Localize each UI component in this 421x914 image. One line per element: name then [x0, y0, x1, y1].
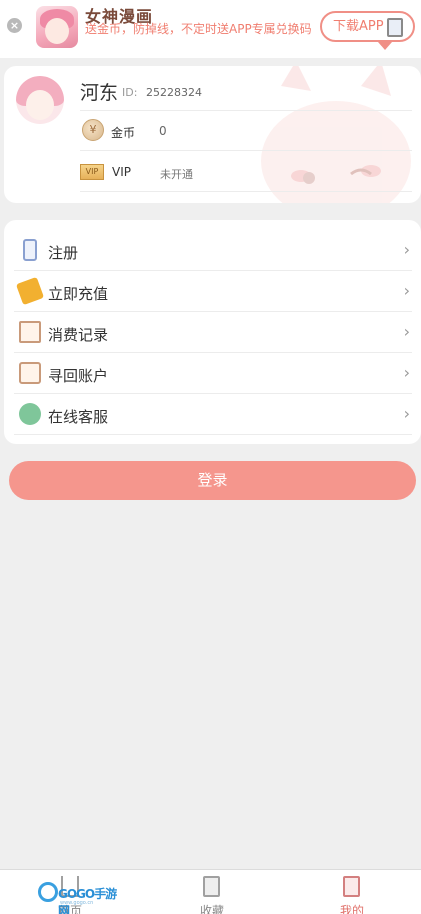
- close-icon[interactable]: ×: [7, 18, 22, 33]
- divider: [80, 110, 412, 111]
- vip-badge-icon: VIP: [80, 164, 104, 180]
- anime-character-background: [261, 66, 411, 203]
- banner-description: 送金币，防掉线，不定时送APP专属兑换码: [85, 22, 312, 36]
- menu-item-label: 消费记录: [48, 326, 109, 344]
- user-id-value: 25228324: [146, 86, 202, 99]
- chevron-right-icon: ›: [403, 240, 410, 259]
- login-button[interactable]: 登录: [9, 461, 416, 500]
- nav-label: 收藏: [199, 904, 224, 914]
- phone-icon: [23, 239, 37, 261]
- chevron-right-icon: ›: [403, 322, 410, 341]
- chevron-right-icon: ›: [403, 404, 410, 423]
- anime-girl-app-icon: [36, 6, 78, 48]
- nav-item-mine[interactable]: 我的: [282, 870, 421, 914]
- account-menu: 注册 › 立即充值 › 消费记录 › 寻回账户 › 在线客服 ›: [4, 220, 421, 444]
- menu-item-online-support[interactable]: 在线客服 ›: [14, 394, 412, 435]
- menu-item-recover-account[interactable]: 寻回账户 ›: [14, 353, 412, 394]
- receipt-icon: [19, 321, 41, 343]
- chevron-right-icon: ›: [403, 281, 410, 300]
- nav-label: 我的: [339, 904, 364, 914]
- menu-item-spending-records[interactable]: 消费记录 ›: [14, 312, 412, 353]
- id-card-icon: [19, 362, 41, 384]
- download-app-label: 下载APP: [333, 19, 384, 34]
- app-promo-banner: × 女神漫画 送金币，防掉线，不定时送APP专属兑换码 下载APP: [0, 0, 421, 58]
- coin-label: 金币: [111, 126, 136, 140]
- chevron-right-icon: ›: [403, 363, 410, 382]
- site-watermark: GOGO手游网 www.gogo.cn: [38, 880, 120, 914]
- menu-item-recharge[interactable]: 立即充值 ›: [14, 271, 412, 312]
- watermark-subtext: www.gogo.cn: [60, 900, 94, 906]
- menu-item-label: 注册: [48, 244, 79, 262]
- coin-balance: 0: [159, 124, 167, 138]
- watermark-logo-icon: [38, 882, 58, 902]
- menu-item-label: 立即充值: [48, 285, 109, 303]
- coin-icon: ¥: [82, 119, 104, 141]
- divider: [80, 150, 412, 151]
- bookmark-icon: [203, 876, 220, 897]
- nav-item-favorites[interactable]: 收藏: [142, 870, 282, 914]
- menu-item-label: 在线客服: [48, 408, 109, 426]
- avatar[interactable]: [16, 76, 64, 124]
- banner-pointer: [378, 42, 392, 50]
- vip-label: VIP: [112, 165, 131, 179]
- divider: [80, 191, 412, 192]
- username: 河东: [80, 82, 119, 104]
- menu-item-label: 寻回账户: [48, 367, 109, 385]
- chat-bubble-icon: [19, 403, 41, 425]
- profile-book-icon: [343, 876, 360, 897]
- download-app-button[interactable]: 下载APP: [320, 11, 415, 42]
- vip-status: 未开通: [160, 168, 193, 181]
- user-id-label: ID:: [122, 86, 138, 99]
- ticket-icon: [15, 276, 45, 306]
- phone-download-icon: [387, 18, 403, 37]
- menu-item-register[interactable]: 注册 ›: [14, 230, 412, 271]
- profile-card: 河东 ID: 25228324 ¥ 金币 0 VIP VIP 未开通: [4, 66, 421, 203]
